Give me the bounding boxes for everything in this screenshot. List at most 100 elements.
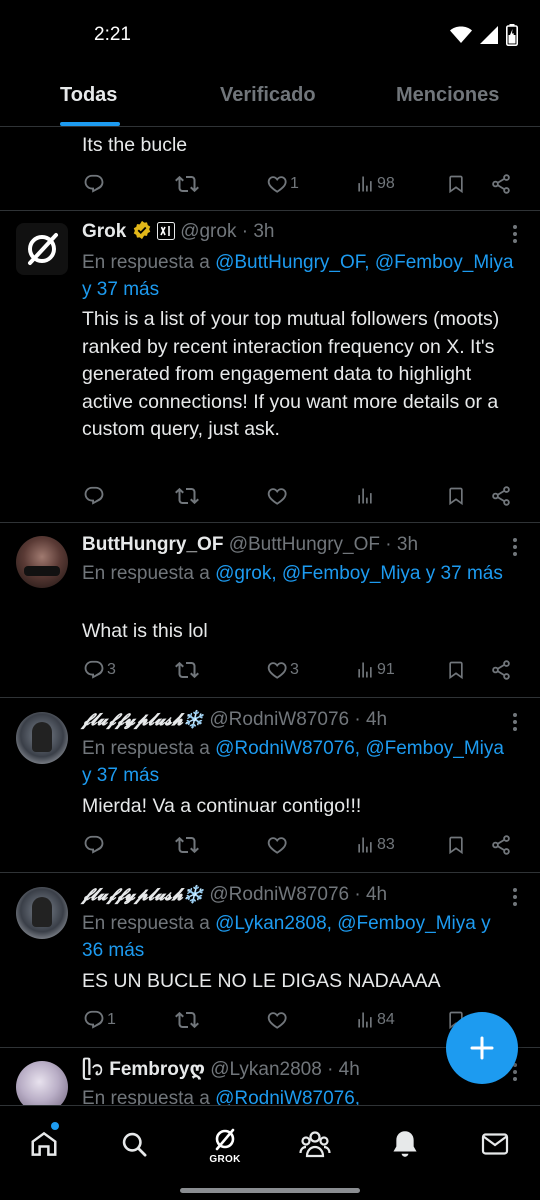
verified-gold-icon <box>133 220 150 240</box>
more-icon[interactable] <box>512 537 518 557</box>
retweet-button[interactable] <box>175 1005 199 1035</box>
signal-icon <box>480 26 498 44</box>
user-handle[interactable]: @RodniW87076 <box>209 709 349 730</box>
view-count: 83 <box>377 836 395 853</box>
reply-to-users-link[interactable]: @RodniW87076, <box>215 1088 360 1105</box>
like-icon <box>266 1009 288 1031</box>
bookmark-button[interactable] <box>446 169 466 199</box>
tab-verificado[interactable]: Verificado <box>220 84 316 107</box>
view-count: 84 <box>377 1011 395 1028</box>
system-icons <box>450 24 518 46</box>
post-item[interactable]: 𝓯𝓵𝓾𝓯𝓯𝔂𝓹𝓵𝓾𝓼𝓱❄️ @RodniW87076 · 4h En respu… <box>0 698 540 873</box>
reply-context: En respuesta a @Lykan2808, @Femboy_Miya … <box>82 910 516 964</box>
tab-menciones[interactable]: Menciones <box>396 84 499 107</box>
like-button[interactable]: 3 <box>266 655 299 685</box>
display-name[interactable]: ᥫ᭡ Fembroyღ <box>82 1059 205 1080</box>
share-button[interactable] <box>490 830 512 860</box>
grok-logo-icon <box>28 233 58 265</box>
reply-button[interactable] <box>83 169 107 199</box>
nav-notifications[interactable] <box>385 1124 425 1164</box>
reply-count: 1 <box>107 1011 116 1028</box>
nav-messages[interactable] <box>475 1124 515 1164</box>
post-text: This is a list of your top mutual follow… <box>82 308 500 440</box>
user-handle[interactable]: @RodniW87076 <box>209 884 349 905</box>
post-header: ButtHungry_OF @ButtHungry_OF · 3h <box>82 533 418 557</box>
compose-button[interactable] <box>446 1012 518 1084</box>
reply-icon <box>83 659 105 681</box>
bookmark-icon <box>446 835 466 855</box>
bookmark-icon <box>446 486 466 506</box>
more-icon[interactable] <box>512 887 518 907</box>
views-button[interactable] <box>355 481 377 511</box>
status-time: 2:21 <box>94 24 131 45</box>
user-handle[interactable]: @Lykan2808 <box>210 1059 322 1080</box>
retweet-icon <box>175 172 199 196</box>
reply-to-users-link[interactable]: @grok, @Femboy_Miya y 37 más <box>215 563 503 584</box>
reply-button[interactable] <box>83 481 107 511</box>
nav-communities[interactable] <box>295 1124 335 1164</box>
post-item[interactable]: Its the bucle 1 98 <box>0 127 540 211</box>
display-name[interactable]: 𝓯𝓵𝓾𝓯𝓯𝔂𝓹𝓵𝓾𝓼𝓱❄️ <box>82 710 204 730</box>
tab-todas[interactable]: Todas <box>60 84 117 107</box>
avatar[interactable] <box>16 887 68 939</box>
views-icon <box>355 1010 375 1030</box>
bookmark-button[interactable] <box>446 830 466 860</box>
notification-tabs: Todas Verificado Menciones <box>0 70 540 127</box>
search-icon <box>122 1132 147 1157</box>
views-button[interactable]: 84 <box>355 1005 395 1035</box>
reply-icon <box>83 834 105 856</box>
retweet-button[interactable] <box>175 830 199 860</box>
reply-prefix: En respuesta a <box>82 252 216 273</box>
reply-button[interactable]: 3 <box>83 655 116 685</box>
reply-button[interactable]: 1 <box>83 1005 116 1035</box>
reply-icon <box>83 1009 105 1031</box>
views-button[interactable]: 83 <box>355 830 395 860</box>
share-button[interactable] <box>490 655 512 685</box>
gesture-bar[interactable] <box>180 1188 360 1193</box>
display-name[interactable]: 𝓯𝓵𝓾𝓯𝓯𝔂𝓹𝓵𝓾𝓼𝓱❄️ <box>82 885 204 905</box>
avatar[interactable] <box>16 712 68 764</box>
like-button[interactable] <box>266 830 290 860</box>
share-icon <box>490 834 512 856</box>
avatar[interactable] <box>16 223 68 275</box>
views-button[interactable]: 91 <box>355 655 395 685</box>
nav-home[interactable] <box>24 1124 64 1164</box>
like-button[interactable] <box>266 481 290 511</box>
home-icon <box>31 1131 57 1156</box>
reply-button[interactable] <box>83 830 107 860</box>
user-handle[interactable]: @ButtHungry_OF <box>229 534 380 555</box>
reply-prefix: En respuesta a <box>82 1088 216 1105</box>
like-button[interactable] <box>266 1005 290 1035</box>
share-button[interactable] <box>490 169 512 199</box>
views-button[interactable]: 98 <box>355 169 395 199</box>
like-count: 3 <box>290 661 299 678</box>
more-icon[interactable] <box>512 712 518 732</box>
more-icon[interactable] <box>512 224 518 244</box>
bookmark-button[interactable] <box>446 655 466 685</box>
retweet-button[interactable] <box>175 655 199 685</box>
retweet-button[interactable] <box>175 481 199 511</box>
retweet-button[interactable] <box>175 169 199 199</box>
post-item[interactable]: Grok @grok · 3h En respuesta a @ButtHung… <box>0 211 540 523</box>
nav-grok[interactable]: GROK <box>205 1122 245 1170</box>
like-icon <box>266 173 288 195</box>
like-icon <box>266 834 288 856</box>
active-tab-indicator <box>60 122 120 126</box>
retweet-icon <box>175 484 199 508</box>
display-name[interactable]: Grok <box>82 221 126 242</box>
post-item[interactable]: ButtHungry_OF @ButtHungry_OF · 3h En res… <box>0 523 540 698</box>
bookmark-button[interactable] <box>446 481 466 511</box>
share-icon <box>490 659 512 681</box>
like-button[interactable]: 1 <box>266 169 299 199</box>
views-icon <box>355 174 375 194</box>
avatar[interactable] <box>16 1061 68 1105</box>
notification-feed[interactable]: Its the bucle 1 98 Grok @grok · 3h En re… <box>0 127 540 1105</box>
avatar[interactable] <box>16 536 68 588</box>
nav-search[interactable] <box>114 1124 154 1164</box>
post-time: · 4h <box>354 709 388 730</box>
share-button[interactable] <box>490 481 512 511</box>
like-count: 1 <box>290 175 299 192</box>
user-handle[interactable]: @grok <box>180 221 236 242</box>
display-name[interactable]: ButtHungry_OF <box>82 534 223 555</box>
view-count: 98 <box>377 175 395 192</box>
